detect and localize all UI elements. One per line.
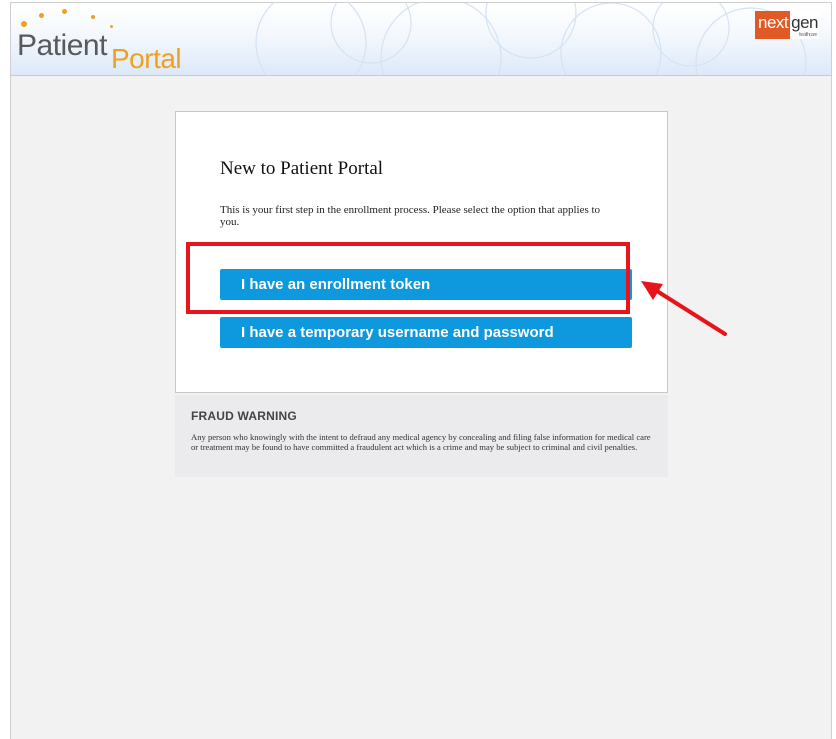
patient-portal-logo[interactable]: Patient Portal (15, 5, 205, 75)
logo-dot-icon (110, 25, 113, 28)
page-title: New to Patient Portal (220, 158, 384, 179)
logo-dot-icon (39, 13, 44, 18)
fraud-warning-title: FRAUD WARNING (191, 409, 297, 423)
nextgen-logo[interactable]: next gen healthcare (755, 11, 823, 39)
temporary-credentials-button[interactable]: I have a temporary username and password (220, 317, 632, 348)
brand-gen-text: gen healthcare (790, 11, 820, 39)
enrollment-instructions: This is your first step in the enrollmen… (220, 204, 601, 228)
red-arrow-icon (641, 281, 727, 336)
brand-sub-text: healthcare (798, 32, 818, 38)
header-banner: Patient Portal next gen healthcare (11, 3, 831, 76)
fraud-warning-panel: FRAUD WARNING Any person who knowingly w… (175, 395, 668, 477)
logo-dot-icon (91, 15, 95, 19)
fraud-warning-text: Any person who knowingly with the intent… (191, 432, 651, 452)
red-highlight-box (186, 242, 630, 314)
brand-next-text: next (755, 11, 791, 39)
brand-gen-label: gen (791, 13, 819, 32)
logo-portal-text: Portal (111, 43, 182, 74)
portal-window: Patient Portal next gen healthcare New t… (10, 2, 832, 739)
logo-dot-icon (21, 21, 27, 27)
logo-dot-icon (62, 9, 67, 14)
logo-patient-text: Patient (17, 29, 107, 62)
